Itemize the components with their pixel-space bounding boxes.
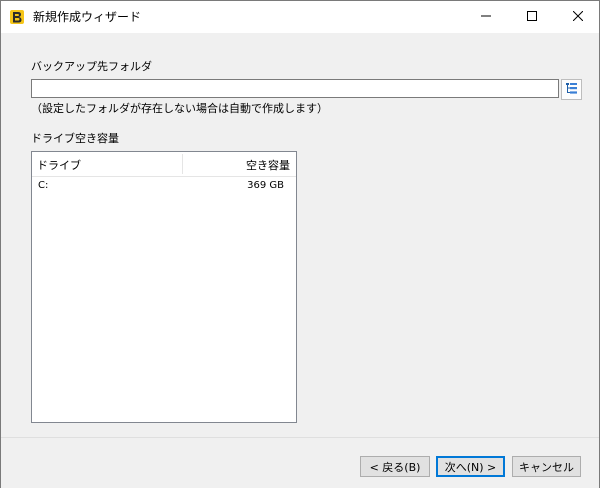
back-button[interactable]: < 戻る(B) [360, 456, 430, 477]
column-header-free-space[interactable]: 空き容量 [246, 157, 290, 173]
folder-hint-text: （設定したフォルダが存在しない場合は自動で作成します） [31, 102, 328, 115]
window-title: 新規作成ウィザード [33, 10, 142, 24]
wizard-content: バックアップ先フォルダ （設定したフォルダが存在しない場合は自動で作成します） … [1, 33, 599, 437]
close-button[interactable] [555, 1, 600, 33]
column-header-drive[interactable]: ドライブ [37, 157, 81, 173]
title-bar[interactable]: 新規作成ウィザード [1, 1, 599, 33]
backup-folder-label: バックアップ先フォルダ [31, 60, 152, 73]
minimize-button[interactable] [463, 1, 509, 33]
column-divider[interactable] [182, 154, 183, 174]
browse-folder-button[interactable] [561, 79, 582, 100]
app-logo-icon [9, 9, 25, 25]
close-icon [572, 10, 584, 24]
folder-tree-icon [565, 82, 578, 98]
backup-folder-input[interactable] [31, 79, 559, 98]
maximize-button[interactable] [509, 1, 555, 33]
next-button[interactable]: 次へ(N) > [436, 456, 505, 477]
maximize-icon [527, 10, 537, 24]
drive-list[interactable]: ドライブ 空き容量 C: 369 GB [31, 151, 297, 423]
minimize-icon [481, 10, 491, 24]
drive-free-space: 369 GB [247, 180, 284, 191]
drive-name: C: [38, 180, 49, 191]
drive-list-header: ドライブ 空き容量 [32, 152, 296, 177]
button-bar: < 戻る(B) 次へ(N) > キャンセル [1, 437, 599, 488]
cancel-button[interactable]: キャンセル [512, 456, 581, 477]
wizard-window: 新規作成ウィザード バックアップ先フォルダ （設定したフォルダが存在しない場合は… [0, 0, 600, 488]
drive-space-label: ドライブ空き容量 [31, 132, 119, 145]
drive-row[interactable]: C: 369 GB [32, 178, 296, 196]
